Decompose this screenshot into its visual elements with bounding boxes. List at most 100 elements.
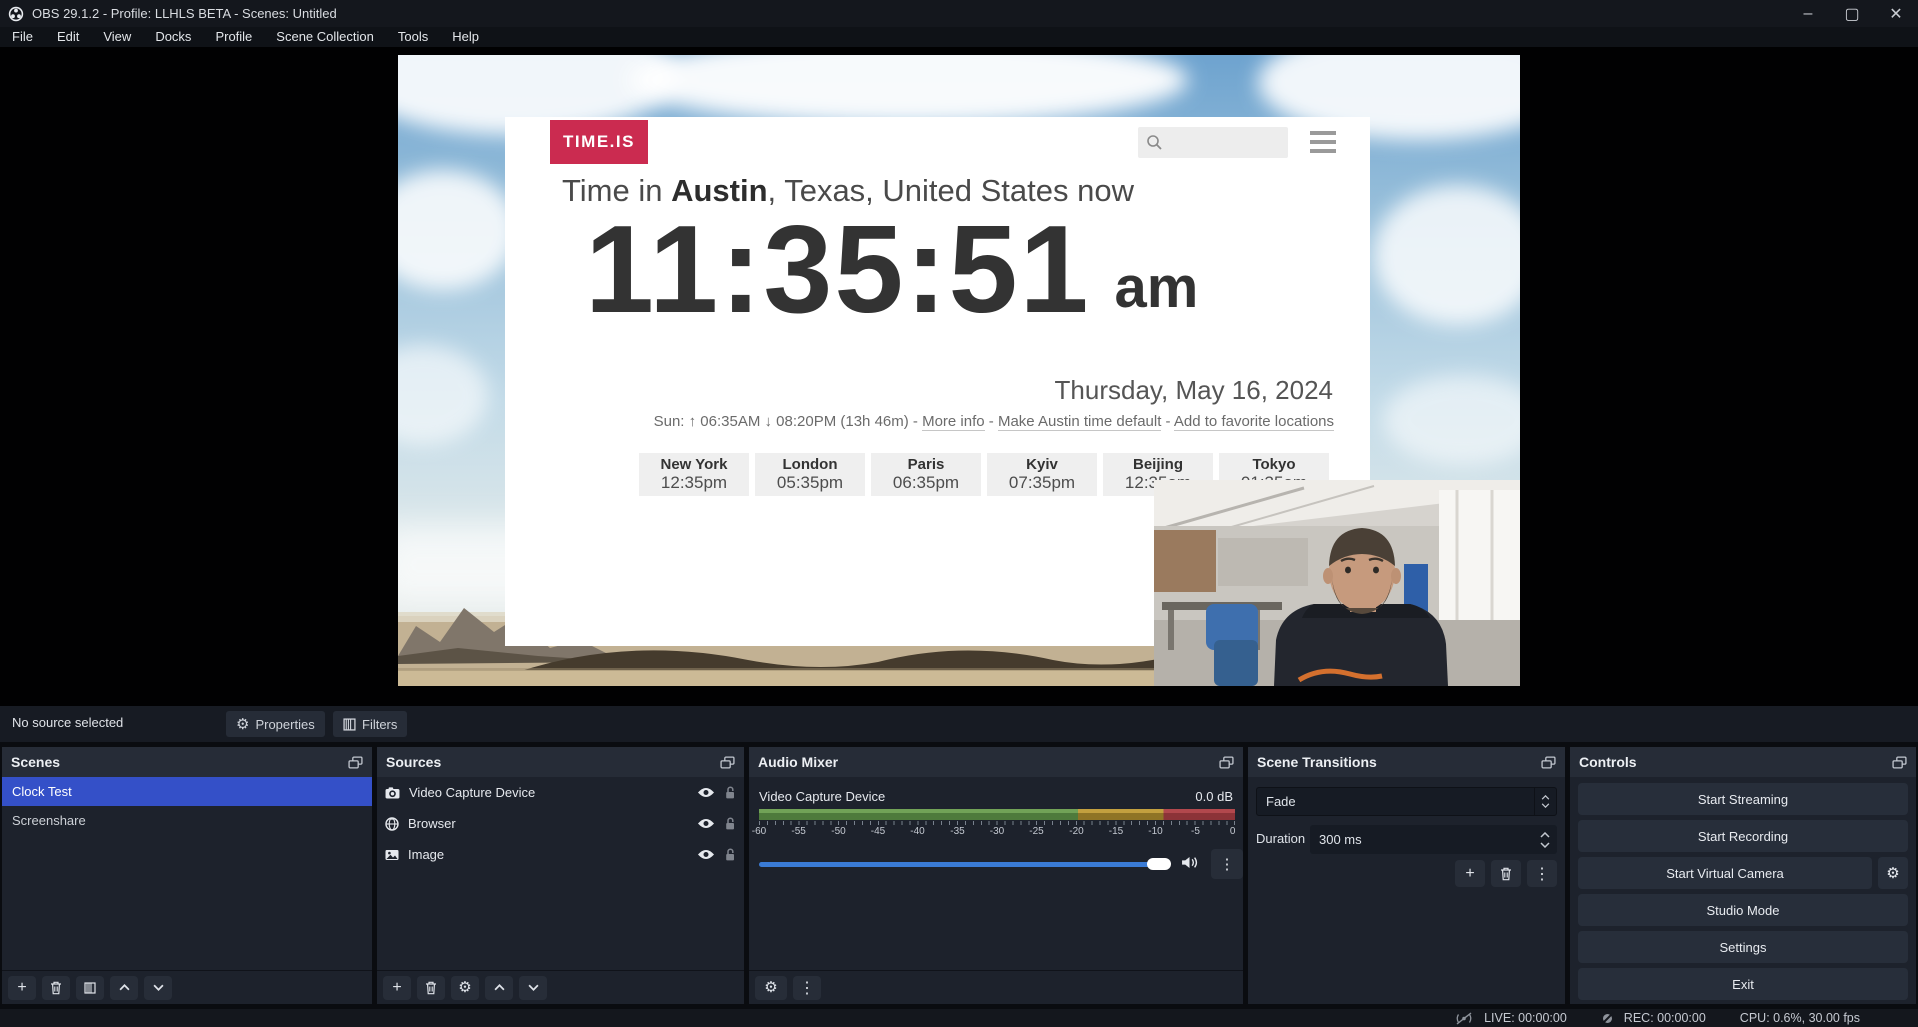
add-source-button[interactable]: + xyxy=(383,976,411,1000)
rec-inactive-icon xyxy=(1601,1012,1614,1025)
volume-slider[interactable] xyxy=(759,862,1169,867)
chevron-down-icon xyxy=(153,984,164,991)
mixer-channel-name: Video Capture Device xyxy=(759,789,885,804)
visibility-eye-icon[interactable] xyxy=(697,787,715,798)
sources-panel-header[interactable]: Sources xyxy=(377,747,744,777)
visibility-eye-icon[interactable] xyxy=(697,818,715,829)
filters-button[interactable]: Filters xyxy=(333,711,407,737)
transition-options-button[interactable]: ⋮ xyxy=(1527,860,1557,887)
select-chevrons[interactable] xyxy=(1534,788,1556,815)
chevron-up-icon xyxy=(119,984,130,991)
timeis-logo[interactable]: TIME.IS xyxy=(550,120,648,164)
lock-icon[interactable] xyxy=(724,817,736,831)
menu-item-profile[interactable]: Profile xyxy=(203,27,264,47)
source-properties-button[interactable]: ⚙ xyxy=(451,976,479,1000)
move-source-down-button[interactable] xyxy=(519,976,547,1000)
more-info-link[interactable]: More info xyxy=(922,413,985,431)
menu-item-edit[interactable]: Edit xyxy=(45,27,91,47)
scene-filters-button[interactable] xyxy=(76,976,104,1000)
scene-item-clock-test[interactable]: Clock Test xyxy=(2,777,372,806)
gear-icon: ⚙ xyxy=(236,717,249,732)
volume-slider-handle[interactable] xyxy=(1147,858,1171,870)
settings-button[interactable]: Settings xyxy=(1578,931,1908,963)
spinner-chevrons[interactable] xyxy=(1533,832,1557,848)
add-favorite-link[interactable]: Add to favorite locations xyxy=(1174,413,1334,431)
mixer-options-button[interactable]: ⋮ xyxy=(1211,849,1243,879)
popout-icon[interactable] xyxy=(348,756,363,769)
audio-mixer-header[interactable]: Audio Mixer xyxy=(749,747,1243,777)
double-gear-icon: ⚙ xyxy=(764,980,777,995)
add-scene-button[interactable]: + xyxy=(8,976,36,1000)
popout-icon[interactable] xyxy=(720,756,735,769)
close-button[interactable]: ✕ xyxy=(1874,0,1918,27)
hamburger-menu-icon[interactable] xyxy=(1310,131,1336,153)
popout-icon[interactable] xyxy=(1541,756,1556,769)
remove-source-button[interactable] xyxy=(417,976,445,1000)
menu-item-view[interactable]: View xyxy=(91,27,143,47)
scene-transitions-header[interactable]: Scene Transitions xyxy=(1248,747,1565,777)
remove-transition-button[interactable] xyxy=(1491,860,1521,887)
make-default-link[interactable]: Make Austin time default xyxy=(998,413,1161,431)
program-canvas[interactable]: TIME.IS Time in Austin, Texas, United St… xyxy=(398,55,1520,686)
start-streaming-button[interactable]: Start Streaming xyxy=(1578,783,1908,815)
add-transition-button[interactable]: + xyxy=(1455,860,1485,887)
source-item-browser[interactable]: Browser xyxy=(377,808,744,839)
cpu-stats: CPU: 0.6%, 30.00 fps xyxy=(1740,1011,1860,1025)
search-icon xyxy=(1146,134,1163,151)
maximize-button[interactable]: ▢ xyxy=(1830,0,1874,27)
virtual-camera-settings-button[interactable]: ⚙ xyxy=(1878,857,1908,889)
menu-item-tools[interactable]: Tools xyxy=(386,27,440,47)
menu-item-docks[interactable]: Docks xyxy=(143,27,203,47)
scenes-panel-header[interactable]: Scenes xyxy=(2,747,372,777)
remove-scene-button[interactable] xyxy=(42,976,70,1000)
search-input[interactable] xyxy=(1138,127,1288,158)
minimize-button[interactable]: – xyxy=(1786,0,1830,27)
preview-stage[interactable]: TIME.IS Time in Austin, Texas, United St… xyxy=(0,47,1918,706)
source-item-video-capture[interactable]: Video Capture Device xyxy=(377,777,744,808)
lock-icon[interactable] xyxy=(724,848,736,862)
chevron-up-icon xyxy=(1541,795,1550,800)
source-item-image[interactable]: Image xyxy=(377,839,744,870)
popout-icon[interactable] xyxy=(1892,756,1907,769)
city-paris[interactable]: Paris 06:35pm xyxy=(871,453,981,496)
trash-icon xyxy=(425,981,437,995)
move-scene-up-button[interactable] xyxy=(110,976,138,1000)
title-bar: OBS 29.1.2 - Profile: LLHLS BETA - Scene… xyxy=(0,0,1918,27)
mixer-menu-button[interactable]: ⋮ xyxy=(793,976,821,1000)
exit-button[interactable]: Exit xyxy=(1578,968,1908,1000)
properties-button[interactable]: ⚙ Properties xyxy=(226,711,325,737)
lock-icon[interactable] xyxy=(724,786,736,800)
speaker-icon[interactable] xyxy=(1181,856,1198,874)
move-scene-down-button[interactable] xyxy=(144,976,172,1000)
clock-ampm: am xyxy=(1115,254,1199,335)
studio-mode-button[interactable]: Studio Mode xyxy=(1578,894,1908,926)
audio-mixer-panel: Audio Mixer Video Capture Device 0.0 dB … xyxy=(749,747,1243,1004)
meter-tickmarks xyxy=(759,821,1235,825)
city-kyiv[interactable]: Kyiv 07:35pm xyxy=(987,453,1097,496)
menu-item-help[interactable]: Help xyxy=(440,27,491,47)
advanced-audio-button[interactable]: ⚙ xyxy=(755,976,787,1000)
move-source-up-button[interactable] xyxy=(485,976,513,1000)
start-recording-button[interactable]: Start Recording xyxy=(1578,820,1908,852)
visibility-eye-icon[interactable] xyxy=(697,849,715,860)
transition-select[interactable]: Fade xyxy=(1256,787,1557,816)
start-virtual-camera-button[interactable]: Start Virtual Camera xyxy=(1578,857,1872,889)
live-time: LIVE: 00:00:00 xyxy=(1484,1011,1567,1025)
menu-item-scene-collection[interactable]: Scene Collection xyxy=(264,27,386,47)
city-london[interactable]: London 05:35pm xyxy=(755,453,865,496)
cloud xyxy=(1383,375,1520,465)
transition-buttons: + ⋮ xyxy=(1455,860,1557,887)
controls-header[interactable]: Controls xyxy=(1570,747,1916,777)
scene-item-screenshare[interactable]: Screenshare xyxy=(2,806,372,835)
digital-clock: 11:35:51 am xyxy=(585,205,1198,335)
scenes-toolbar: + xyxy=(2,970,372,1004)
menu-item-file[interactable]: File xyxy=(0,27,45,47)
city-newyork[interactable]: New York 12:35pm xyxy=(639,453,749,496)
duration-label: Duration xyxy=(1256,831,1305,846)
clock-digits: 11:35:51 xyxy=(585,205,1091,335)
cloud xyxy=(398,170,518,290)
sources-toolbar: + ⚙ xyxy=(377,970,744,1004)
duration-spinbox[interactable]: 300 ms xyxy=(1310,825,1557,854)
popout-icon[interactable] xyxy=(1219,756,1234,769)
obs-logo-icon xyxy=(8,6,24,22)
